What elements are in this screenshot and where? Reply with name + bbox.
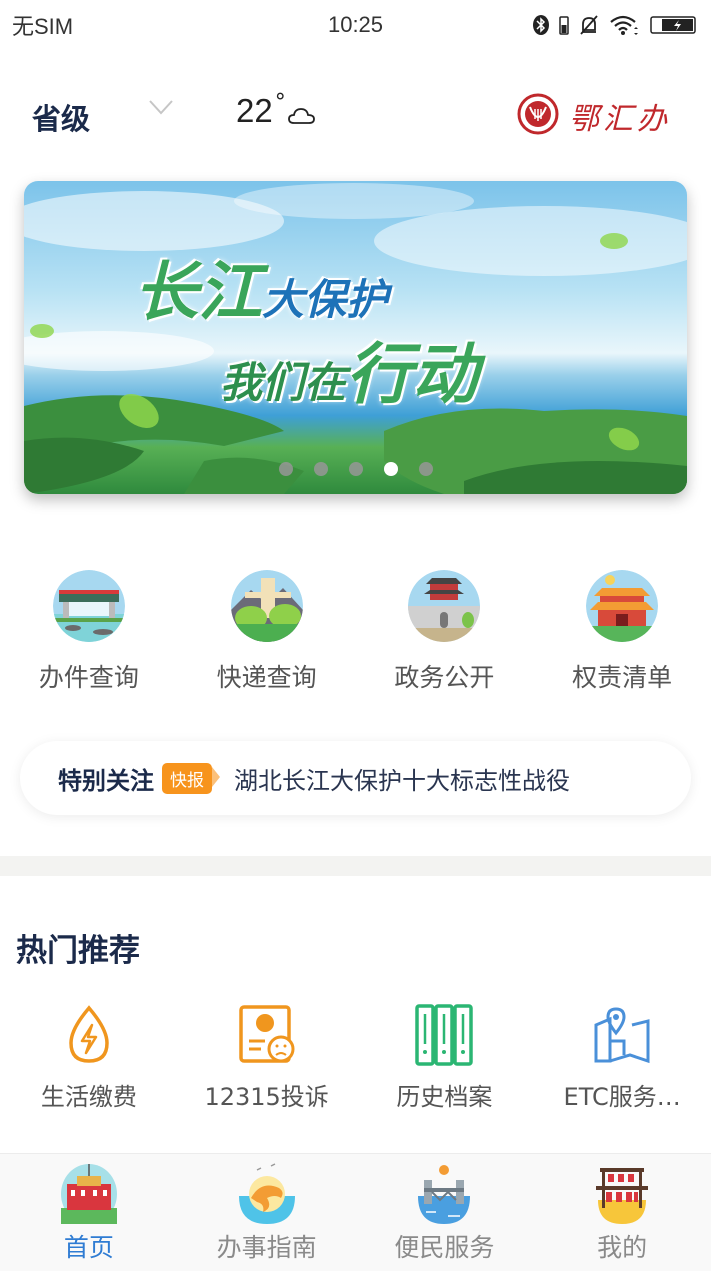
region-selector[interactable]: 省级 — [32, 96, 90, 138]
bell-rack-icon — [592, 1162, 652, 1224]
tab-label: 便民服务 — [394, 1233, 495, 1262]
hot-item-complaint[interactable]: 12315投诉 — [178, 1003, 356, 1112]
carousel-dots — [24, 462, 687, 476]
carousel-dot[interactable] — [348, 462, 363, 476]
hot-item-label: 12315投诉 — [204, 1083, 329, 1111]
home-building-icon — [59, 1162, 119, 1224]
hot-recommendations: 生活缴费 12315投诉 历史档案 ETC服务… — [0, 1003, 711, 1112]
brand-logo: 鄂汇办 — [517, 93, 671, 139]
battery-charging-icon — [649, 14, 699, 36]
tab-service-guide[interactable]: 办事指南 — [178, 1154, 356, 1271]
banner-carousel[interactable]: 长江大保护 我们在行动 — [24, 181, 687, 494]
special-notice-bar[interactable]: 特别关注 快报 湖北长江大保护十大标志性战役 — [20, 741, 691, 815]
status-bar: 无SIM 10:25 — [0, 0, 711, 50]
tab-label: 办事指南 — [216, 1233, 317, 1262]
quick-link-label: 权责清单 — [572, 663, 673, 692]
status-icons — [533, 14, 699, 36]
quick-link-label: 办件查询 — [38, 663, 139, 692]
dolphin-sun-icon — [237, 1162, 297, 1224]
tab-label: 我的 — [597, 1233, 648, 1262]
quick-link-power-list[interactable]: 权责清单 — [533, 570, 711, 694]
hot-item-label: 生活缴费 — [40, 1083, 137, 1111]
quick-link-label: 快递查询 — [216, 663, 317, 692]
notice-title: 特别关注 — [58, 766, 154, 795]
notice-headline[interactable]: 湖北长江大保护十大标志性战役 — [234, 761, 570, 796]
hot-item-label: 历史档案 — [396, 1083, 493, 1111]
water-drop-lightning-icon — [57, 1003, 121, 1067]
bottom-tab-bar: 首页 办事指南 便民服务 我的 — [0, 1153, 711, 1271]
harp-seal-logo-icon — [517, 93, 559, 139]
section-title-hot: 热门推荐 — [16, 933, 140, 969]
degree-symbol: ° — [274, 90, 286, 115]
bridge-illustration-icon — [52, 570, 125, 642]
carousel-dot[interactable] — [278, 462, 293, 476]
quick-link-label: 政务公开 — [394, 663, 495, 692]
banner-text-small: 我们在 — [220, 358, 347, 407]
banner-headline-line1: 长江大保护 — [134, 241, 388, 333]
tab-home[interactable]: 首页 — [0, 1154, 178, 1271]
hot-item-label: ETC服务… — [563, 1083, 681, 1111]
vibrate-battery-icon — [559, 14, 569, 36]
banner-headline-line2: 我们在行动 — [220, 321, 478, 417]
banner-text-big: 长江 — [134, 255, 262, 330]
carousel-dot-active[interactable] — [383, 462, 398, 476]
news-flash-badge: 快报 — [162, 762, 220, 794]
banner-text-big: 行动 — [346, 335, 479, 413]
quick-link-express-query[interactable]: 快递查询 — [178, 570, 356, 694]
tab-label: 首页 — [63, 1233, 114, 1262]
weather-widget[interactable]: 22 ° — [236, 90, 316, 130]
hot-item-history-archive[interactable]: 历史档案 — [356, 1003, 534, 1112]
temperature: 22 — [236, 92, 273, 129]
banner-text-small: 大保护 — [262, 275, 389, 324]
quick-link-gov-affairs[interactable]: 政务公开 — [356, 570, 534, 694]
carousel-dot[interactable] — [418, 462, 433, 476]
brand-name: 鄂汇办 — [569, 102, 671, 137]
header: 省级 22 ° 鄂汇办 — [0, 80, 711, 150]
quick-links: 办件查询 快递查询 政务公开 权责清单 — [0, 570, 711, 694]
carrier-label: 无SIM — [12, 14, 74, 39]
bluetooth-icon — [533, 14, 549, 36]
carousel-dot[interactable] — [313, 462, 328, 476]
monument-illustration-icon — [230, 570, 303, 642]
hot-item-utility-payment[interactable]: 生活缴费 — [0, 1003, 178, 1112]
archive-binders-icon — [412, 1003, 476, 1067]
quick-link-case-query[interactable]: 办件查询 — [0, 570, 178, 694]
map-pin-icon — [590, 1003, 654, 1067]
bridge-water-icon — [414, 1162, 474, 1224]
hot-item-etc-service[interactable]: ETC服务… — [533, 1003, 711, 1112]
section-divider — [0, 856, 711, 876]
cloud-icon — [287, 106, 316, 130]
gate-tower-illustration-icon — [408, 570, 481, 642]
tab-convenience-services[interactable]: 便民服务 — [356, 1154, 534, 1271]
wifi-icon — [609, 14, 639, 36]
complaint-certificate-icon — [235, 1003, 299, 1067]
pavilion-illustration-icon — [586, 570, 659, 642]
tab-mine[interactable]: 我的 — [533, 1154, 711, 1271]
chevron-down-icon[interactable] — [148, 98, 174, 120]
mute-bell-icon — [579, 14, 599, 36]
